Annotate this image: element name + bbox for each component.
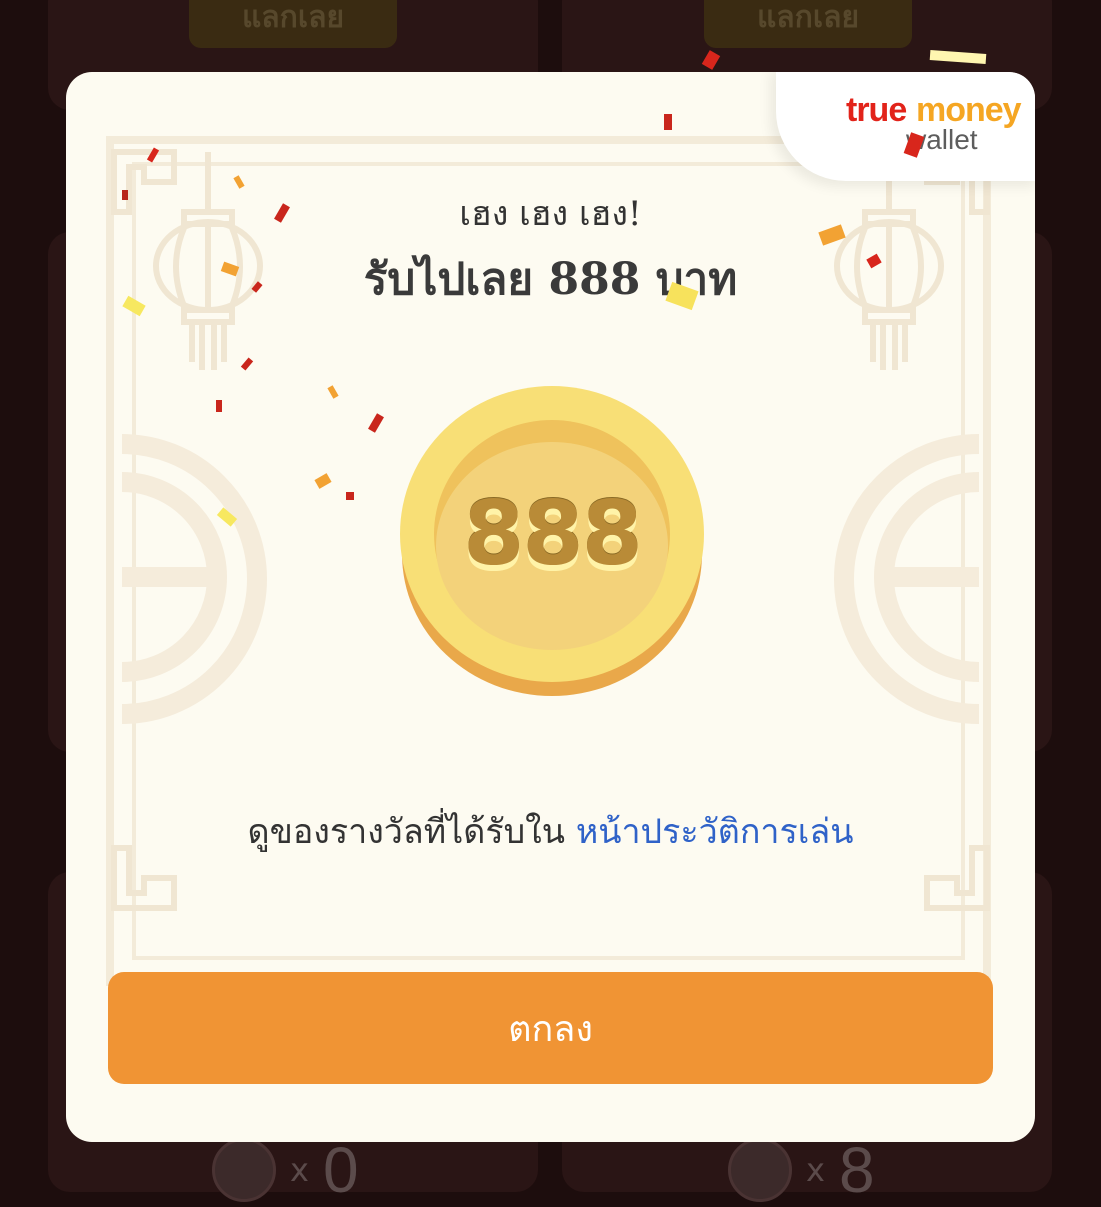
reward-modal: true money wallet เฮง เฮง เฮง! รับไปเลย …	[66, 72, 1035, 1142]
history-page-link[interactable]: หน้าประวัติการเล่น	[576, 812, 854, 852]
coin-value: 888	[463, 482, 643, 585]
fan-icon	[212, 1138, 276, 1202]
history-message: ดูของรางวัลที่ได้รับใน หน้าประวัติการเล่…	[66, 804, 1035, 858]
counter-value: 0	[322, 1134, 359, 1206]
truemoney-wallet-logo: true money wallet	[776, 72, 1035, 181]
background-counter: x 0	[212, 1134, 359, 1206]
reward-title: รับไปเลย 888 บาท	[363, 254, 738, 305]
ok-button[interactable]: ตกลง	[108, 972, 993, 1084]
counter-value: 8	[838, 1134, 875, 1206]
history-text: ดูของรางวัลที่ได้รับใน	[247, 812, 576, 852]
ornament-icon	[728, 1138, 792, 1202]
counter-multiplier: x	[806, 1151, 825, 1189]
logo-true-text: true	[846, 91, 907, 129]
logo-wallet-text: wallet	[906, 124, 978, 155]
circle-pattern-left	[121, 434, 267, 724]
background-redeem-button: แลกเลย	[189, 0, 397, 48]
reward-subtitle: เฮง เฮง เฮง!	[459, 194, 642, 234]
background-counter: x 8	[728, 1134, 875, 1206]
circle-pattern-right	[834, 434, 980, 724]
counter-multiplier: x	[290, 1151, 309, 1189]
background-redeem-button: แลกเลย	[704, 0, 912, 48]
gold-coin: 888	[400, 378, 704, 698]
